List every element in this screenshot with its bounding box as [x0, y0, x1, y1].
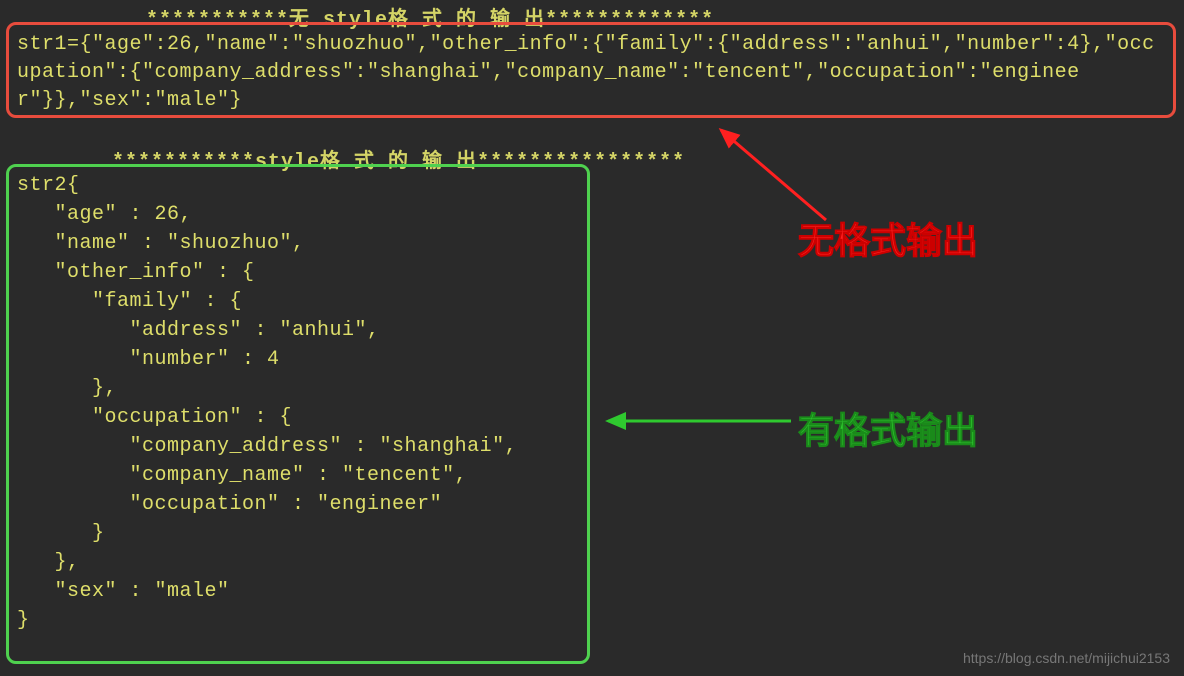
formatted-content: str2{ "age" : 26, "name" : "shuozhuo", "…: [17, 171, 579, 635]
label-formatted: 有格式输出: [798, 402, 978, 454]
arrow-green-icon: [596, 406, 796, 436]
no-format-box: str1={"age":26,"name":"shuozhuo","other_…: [6, 22, 1176, 118]
formatted-box: str2{ "age" : 26, "name" : "shuozhuo", "…: [6, 164, 590, 664]
label-no-format: 无格式输出: [798, 212, 978, 264]
watermark-text: https://blog.csdn.net/mijichui2153: [963, 650, 1170, 666]
no-format-content: str1={"age":26,"name":"shuozhuo","other_…: [17, 31, 1165, 115]
